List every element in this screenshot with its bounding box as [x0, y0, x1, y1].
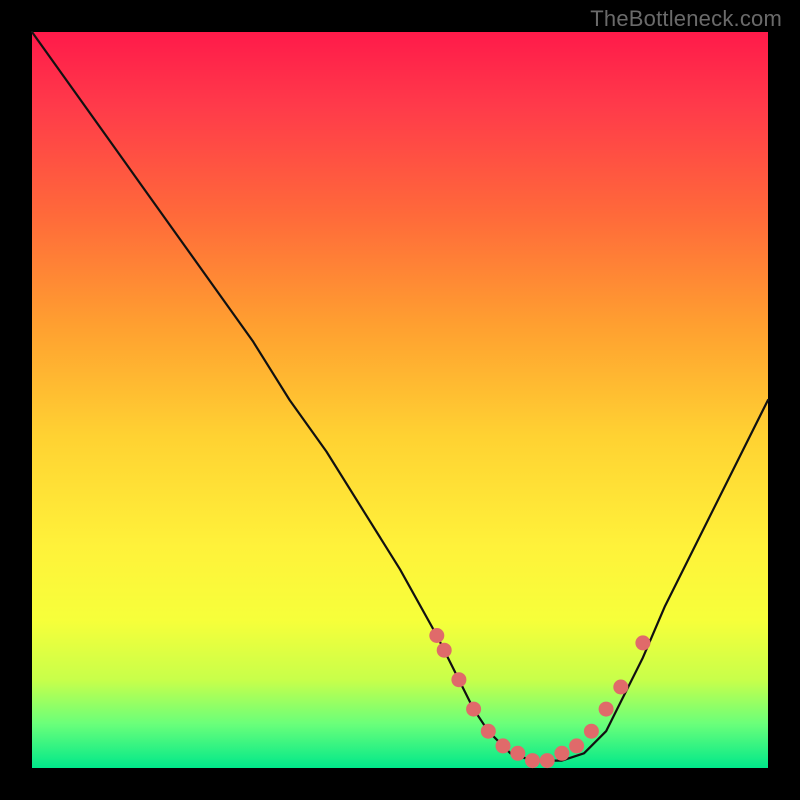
marker-dot [481, 724, 496, 739]
plot-area [32, 32, 768, 768]
marker-dot [635, 635, 650, 650]
marker-dot [510, 746, 525, 761]
marker-dot [437, 643, 452, 658]
marker-dot [451, 672, 466, 687]
marker-dot [466, 702, 481, 717]
marker-dot [429, 628, 444, 643]
marker-group [429, 628, 650, 768]
bottleneck-curve [32, 32, 768, 761]
watermark-text: TheBottleneck.com [590, 6, 782, 32]
chart-stage: TheBottleneck.com [0, 0, 800, 800]
marker-dot [613, 680, 628, 695]
marker-dot [569, 738, 584, 753]
curve-svg [32, 32, 768, 768]
marker-dot [584, 724, 599, 739]
marker-dot [554, 746, 569, 761]
marker-dot [525, 753, 540, 768]
marker-dot [599, 702, 614, 717]
marker-dot [540, 753, 555, 768]
marker-dot [496, 738, 511, 753]
